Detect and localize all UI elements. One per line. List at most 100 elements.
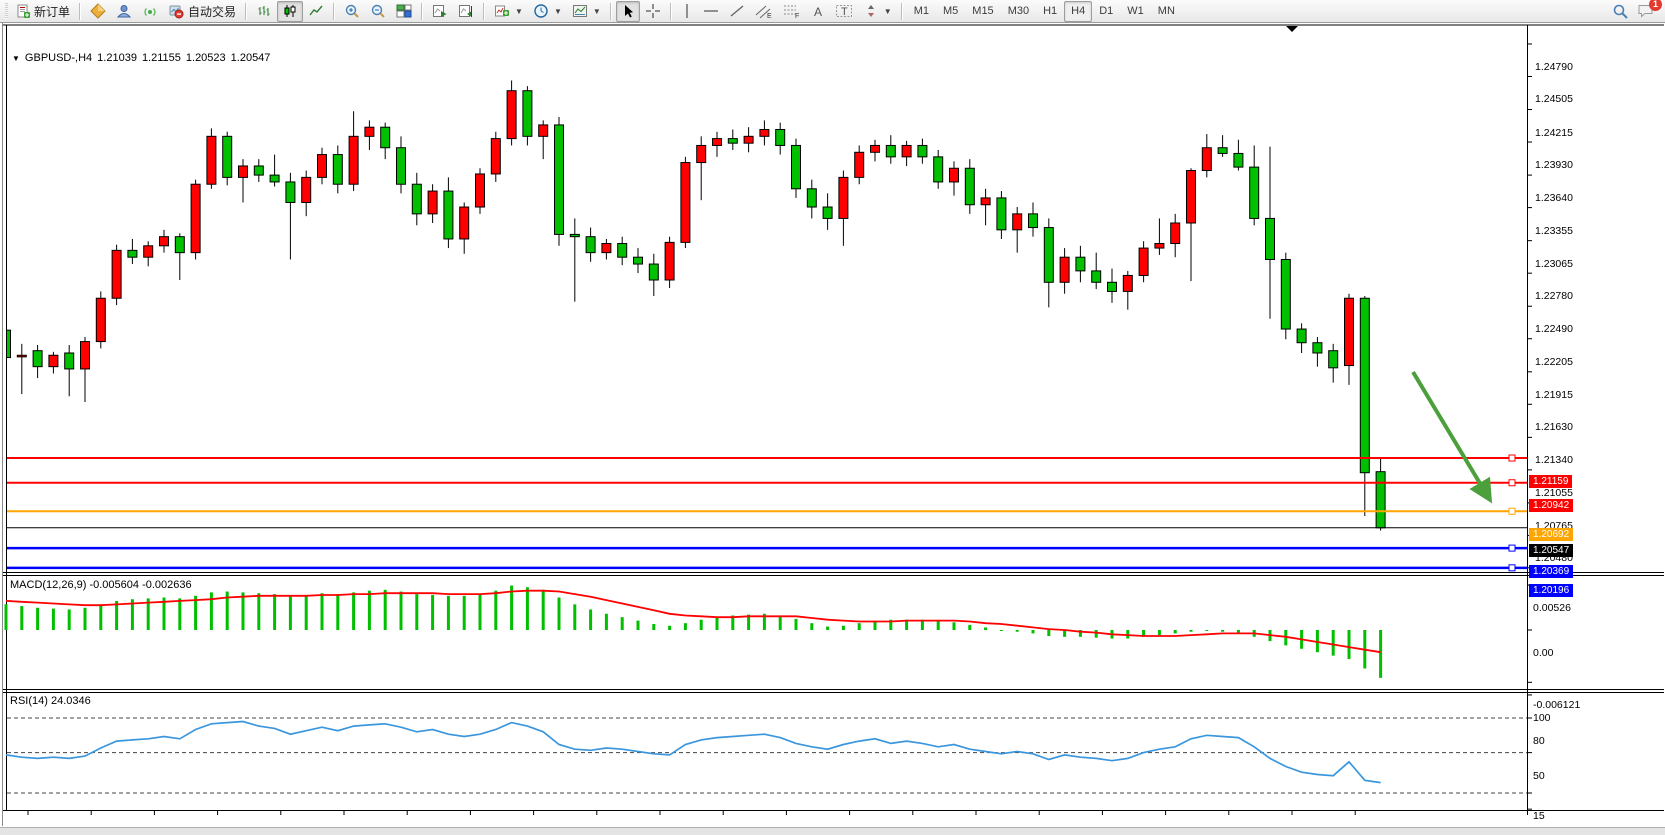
collapse-triangle-icon[interactable]: ▼ — [12, 54, 20, 63]
chart-area[interactable]: ▼ GBPUSD-,H4 1.21039 1.21155 1.20523 1.2… — [0, 23, 1665, 835]
price-line-label[interactable]: 1.21159 — [1529, 475, 1572, 488]
rsi-axis-tick: 80 — [1533, 735, 1545, 747]
chart-shift-icon — [458, 3, 474, 19]
text-tool-button[interactable]: A — [806, 1, 830, 22]
autotrade-label: 自动交易 — [188, 3, 236, 20]
separator — [245, 3, 247, 20]
mql-market-button[interactable] — [85, 1, 111, 22]
separator — [610, 3, 612, 20]
separator — [421, 3, 423, 20]
trendline-tool-button[interactable] — [724, 1, 750, 22]
timeframe-h4-button[interactable]: H4 — [1064, 1, 1092, 22]
price-axis-tick: 1.24790 — [1535, 61, 1573, 73]
zoom-out-icon — [370, 3, 386, 19]
equidistant-channel-icon: E — [755, 3, 773, 19]
price-axis-tick: 1.23355 — [1535, 225, 1573, 237]
macd-label: MACD(12,26,9) -0.005604 -0.002636 — [10, 579, 192, 591]
chevron-down-icon: ▼ — [884, 7, 892, 16]
search-icon[interactable] — [1612, 3, 1629, 20]
horizontal-line-tool-button[interactable] — [698, 1, 724, 22]
templates-button[interactable]: ▼ — [567, 1, 606, 22]
toolbar-grip[interactable] — [5, 3, 8, 19]
rsi-label: RSI(14) 24.0346 — [10, 695, 91, 707]
price-line-label[interactable]: 1.20692 — [1529, 528, 1573, 541]
arrows-shapes-icon — [863, 3, 879, 19]
rsi-axis-tick: 50 — [1533, 770, 1545, 782]
price-line-label[interactable]: 1.20196 — [1529, 584, 1573, 597]
fibonacci-tool-button[interactable]: F — [778, 1, 806, 22]
timeframe-m1-button[interactable]: M1 — [907, 1, 936, 22]
current-price-label: 1.20547 — [1529, 544, 1573, 557]
indicators-button[interactable]: ▼ — [489, 1, 528, 22]
gold-diamond-icon — [90, 3, 106, 19]
symbol-period-label: GBPUSD-,H4 — [25, 52, 92, 64]
text-label-icon: T — [835, 3, 853, 19]
periods-button[interactable]: ▼ — [528, 1, 567, 22]
channel-tool-button[interactable]: E — [750, 1, 778, 22]
arrows-tool-button[interactable]: ▼ — [858, 1, 897, 22]
fibonacci-icon: F — [783, 3, 801, 19]
template-icon — [572, 3, 588, 19]
zoom-in-button[interactable] — [339, 1, 365, 22]
new-order-label: 新订单 — [34, 3, 70, 20]
rsi-axis-tick: 15 — [1533, 810, 1545, 822]
price-axis-tick: 1.23065 — [1535, 258, 1573, 270]
price-axis-tick: 1.24215 — [1535, 127, 1573, 139]
auto-scroll-icon — [432, 3, 448, 19]
ohlc-open: 1.21039 — [97, 52, 137, 64]
cursor-button[interactable] — [616, 1, 640, 22]
svg-text:A: A — [814, 5, 822, 19]
community-button[interactable] — [111, 1, 137, 22]
timeframe-mn-button[interactable]: MN — [1151, 1, 1182, 22]
rsi-axis-tick: 100 — [1533, 712, 1551, 724]
zoom-out-button[interactable] — [365, 1, 391, 22]
indicators-icon — [494, 3, 510, 19]
timeframe-d1-button[interactable]: D1 — [1092, 1, 1120, 22]
line-chart-button[interactable] — [303, 1, 329, 22]
macd-axis-tick: -0.006121 — [1533, 699, 1580, 711]
signal-button[interactable] — [137, 1, 163, 22]
ohlc-close: 1.20547 — [231, 52, 271, 64]
price-line-label[interactable]: 1.20369 — [1529, 565, 1573, 578]
bars-chart-icon — [256, 3, 272, 19]
separator — [333, 3, 335, 20]
timeframe-h1-button[interactable]: H1 — [1036, 1, 1064, 22]
price-chart-canvas[interactable] — [0, 23, 1665, 835]
auto-scroll-button[interactable] — [427, 1, 453, 22]
separator — [483, 3, 485, 20]
horizontal-line-icon — [703, 5, 719, 17]
trendline-icon — [729, 3, 745, 19]
vertical-line-tool-button[interactable] — [676, 1, 698, 22]
label-tool-button[interactable]: T — [830, 1, 858, 22]
timeframe-m5-button[interactable]: M5 — [936, 1, 965, 22]
price-line-label[interactable]: 1.20942 — [1529, 499, 1573, 512]
price-axis-tick: 1.22205 — [1535, 356, 1573, 368]
notifications-button[interactable]: 1 — [1637, 3, 1655, 19]
timeframe-m30-button[interactable]: M30 — [1001, 1, 1036, 22]
tile-windows-button[interactable] — [391, 1, 417, 22]
new-order-icon — [16, 4, 30, 18]
chevron-down-icon: ▼ — [593, 7, 601, 16]
clock-icon — [533, 3, 549, 19]
timeframe-m15-button[interactable]: M15 — [965, 1, 1000, 22]
tile-windows-icon — [396, 3, 412, 19]
new-order-button[interactable]: 新订单 — [11, 1, 75, 22]
price-axis-tick: 1.21630 — [1535, 421, 1573, 433]
separator — [79, 3, 81, 20]
status-bar — [0, 827, 1665, 835]
price-axis-tick: 1.21340 — [1535, 454, 1573, 466]
price-axis-tick: 1.24505 — [1535, 93, 1573, 105]
autotrade-button[interactable]: 自动交易 — [163, 1, 241, 22]
ohlc-high: 1.21155 — [142, 52, 181, 64]
bar-chart-button[interactable] — [251, 1, 277, 22]
chevron-down-icon: ▼ — [554, 7, 562, 16]
svg-text:E: E — [767, 13, 772, 19]
chart-shift-button[interactable] — [453, 1, 479, 22]
crosshair-icon — [645, 3, 661, 19]
autotrade-icon — [168, 3, 184, 19]
crosshair-button[interactable] — [640, 1, 666, 22]
price-axis-tick: 1.21915 — [1535, 389, 1573, 401]
chevron-down-icon: ▼ — [515, 7, 523, 16]
candlestick-chart-button[interactable] — [277, 1, 303, 22]
timeframe-w1-button[interactable]: W1 — [1120, 1, 1151, 22]
